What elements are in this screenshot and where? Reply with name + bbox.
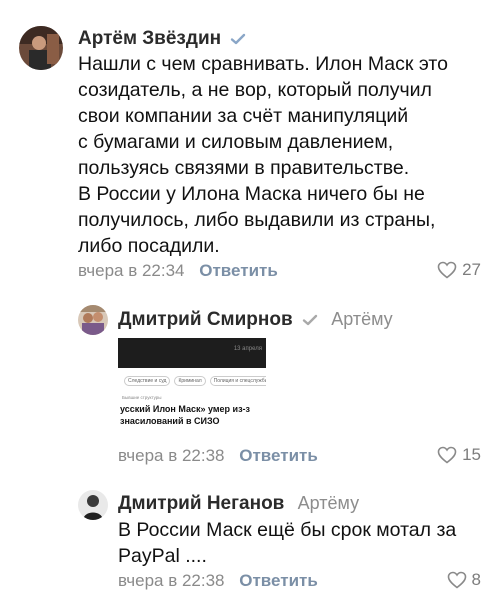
like-button[interactable]: 27 <box>437 260 481 280</box>
author-name-text[interactable]: Дмитрий Неганов <box>118 493 284 514</box>
author-name-text[interactable]: Дмитрий Смирнов <box>118 309 293 330</box>
reply-button[interactable]: Ответить <box>199 261 278 280</box>
author-name-text[interactable]: Артём Звёздин <box>78 28 221 49</box>
heart-icon <box>437 446 457 464</box>
reply-button[interactable]: Ответить <box>239 446 318 465</box>
attachment-tab: Следствие и суд <box>124 376 171 386</box>
text-line: получилось, либо выдавили из страны, <box>78 209 436 231</box>
like-count: 15 <box>462 445 481 464</box>
reply-button[interactable]: Ответить <box>239 571 318 590</box>
heart-icon <box>437 261 457 279</box>
reply-to-link[interactable]: Артёму <box>331 309 392 329</box>
heart-icon <box>447 571 466 589</box>
text-line: Нашли с чем сравнивать. Илон Маск это <box>78 53 448 75</box>
reply-to-link[interactable]: Артёму <box>298 493 359 513</box>
attachment-tab: Криминал <box>174 376 206 386</box>
avatar[interactable] <box>78 305 108 335</box>
comment-meta: вчера в 22:34 Ответить <box>78 261 278 281</box>
text-line: пользуясь связями в правительстве. <box>78 157 410 179</box>
verified-icon <box>231 33 246 45</box>
avatar[interactable] <box>19 26 63 70</box>
text-line: либо посадили. <box>78 235 220 257</box>
like-button[interactable]: 8 <box>447 570 481 590</box>
text-line: созидатель, а не вор, который получил <box>78 79 432 101</box>
author-name[interactable]: Артём Звёздин <box>78 28 246 50</box>
verified-icon <box>302 314 318 326</box>
like-button[interactable]: 15 <box>437 445 481 465</box>
timestamp: вчера в 22:34 <box>78 261 185 280</box>
comment-text: Нашли с чем сравнивать. Илон Маск это со… <box>78 51 488 259</box>
author-name[interactable]: Дмитрий Неганов Артёму <box>118 493 359 515</box>
author-name[interactable]: Дмитрий Смирнов Артёму <box>118 309 393 331</box>
text-line: PayPal .... <box>118 545 207 567</box>
like-count: 27 <box>462 260 481 279</box>
attachment-title-line: знасилований в СИЗО <box>120 416 220 426</box>
text-line: В России Маск ещё бы срок мотал за <box>118 519 457 541</box>
attachment-title-line: усский Илон Маск» умер из-з <box>120 404 251 414</box>
like-count: 8 <box>471 570 481 589</box>
comment-text: В России Маск ещё бы срок мотал за PayPa… <box>118 517 488 569</box>
comment-meta: вчера в 22:38 Ответить <box>118 571 318 591</box>
text-line: с бумагами и силовым давлением, <box>78 131 394 153</box>
attachment-image[interactable]: 13 апреля Следствие и суд Криминал Полиц… <box>118 338 266 440</box>
attachment-header: 13 апреля <box>118 338 266 368</box>
text-line: свои компании за счёт манипуляций <box>78 105 409 127</box>
timestamp: вчера в 22:38 <box>118 571 225 590</box>
avatar[interactable] <box>78 490 108 520</box>
attachment-title: усский Илон Маск» умер из-з знасилований… <box>120 403 266 427</box>
attachment-category: Бывшие структуры <box>122 395 162 400</box>
text-line: В России у Илона Маска ничего бы не <box>78 183 425 205</box>
attachment-tab: Полиция и спецслужбы <box>209 376 266 386</box>
timestamp: вчера в 22:38 <box>118 446 225 465</box>
attachment-date: 13 апреля <box>233 346 262 352</box>
comment-meta: вчера в 22:38 Ответить <box>118 446 318 466</box>
attachment-tabs: Следствие и суд Криминал Полиция и спецс… <box>118 368 266 386</box>
